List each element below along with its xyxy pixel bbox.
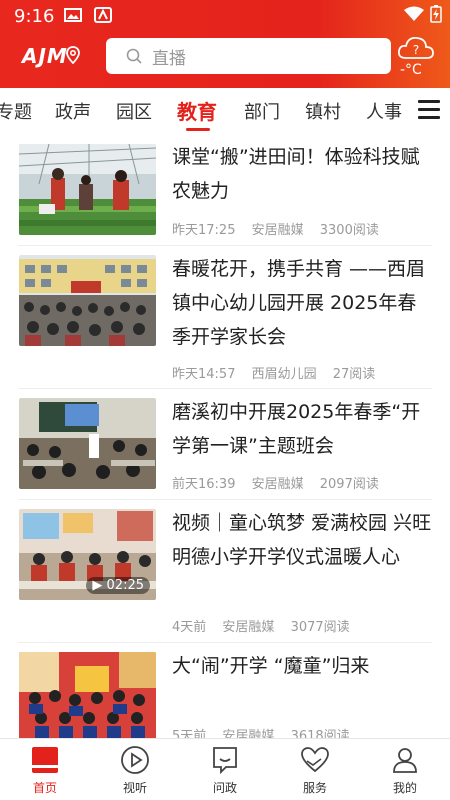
nav-inquiry[interactable]: 问政 <box>190 743 260 796</box>
svg-text:?: ? <box>413 43 419 57</box>
article-time: 昨天14:57 <box>172 367 236 382</box>
location-pin-icon[interactable] <box>66 46 80 64</box>
article-source: 西眉幼儿园 <box>251 367 317 382</box>
user-icon <box>393 748 417 773</box>
divider <box>18 388 432 389</box>
article-thumbnail[interactable] <box>19 144 156 235</box>
search-bar[interactable]: 直播 <box>106 38 391 74</box>
article-reads: 3300阅读 <box>319 223 379 238</box>
nav-label: 我的 <box>392 781 417 795</box>
tab-special[interactable]: 专题 <box>0 98 32 124</box>
article-meta: 5天前 安居融媒 3618阅读 <box>172 725 362 738</box>
search-placeholder: 直播 <box>152 48 186 69</box>
article-meta: 前天16:39 安居融媒 2097阅读 <box>172 473 391 492</box>
tab-education[interactable]: 教育 <box>177 96 217 125</box>
video-duration: ▶ 02:25 <box>86 577 150 594</box>
search-icon <box>126 48 142 64</box>
article-time: 前天16:39 <box>172 477 236 492</box>
article-reads: 3077阅读 <box>290 620 350 635</box>
nav-home[interactable]: 首页 <box>10 743 80 796</box>
nav-label: 问政 <box>212 781 237 795</box>
article-meta: 昨天14:57 西眉幼儿园 27阅读 <box>172 363 387 382</box>
menu-icon[interactable] <box>418 100 440 120</box>
article-source: 安居融媒 <box>251 477 304 492</box>
nav-media[interactable]: 视听 <box>100 743 170 796</box>
article-reads: 27阅读 <box>332 367 376 382</box>
home-icon <box>32 747 58 773</box>
weather-temp: -°C <box>400 62 422 78</box>
app-notification-icon <box>94 7 112 23</box>
tab-park[interactable]: 园区 <box>116 98 152 124</box>
heart-hands-icon <box>301 747 329 773</box>
active-tab-indicator <box>186 128 210 131</box>
tab-personnel[interactable]: 人事 <box>366 98 402 124</box>
tab-towns[interactable]: 镇村 <box>305 98 341 124</box>
nav-label: 视听 <box>122 781 147 795</box>
play-icon <box>121 746 149 774</box>
tab-politics[interactable]: 政声 <box>55 98 91 124</box>
article-source: 安居融媒 <box>222 620 275 635</box>
bottom-nav: 首页 视听 问政 服务 我的 <box>0 738 450 800</box>
article-reads: 3618阅读 <box>290 729 350 738</box>
divider <box>18 499 432 500</box>
article-thumbnail[interactable] <box>19 398 156 489</box>
category-tabs: 专题 政声 园区 教育 部门 镇村 人事 <box>0 88 450 134</box>
nav-profile[interactable]: 我的 <box>370 743 440 796</box>
tab-departments[interactable]: 部门 <box>244 98 280 124</box>
article-source: 安居融媒 <box>222 729 275 738</box>
article-title[interactable]: 春暖花开，携手共育 ——西眉镇中心幼儿园开展 2025年春季开学家长会 <box>172 252 434 354</box>
cloud-question-icon: ? <box>397 37 434 59</box>
battery-icon <box>430 5 442 23</box>
article-title[interactable]: 视频｜童心筑梦 爱满校园 兴旺明德小学开学仪式温暖人心 <box>172 506 434 574</box>
article-title[interactable]: 磨溪初中开展2025年春季“开学第一课”主题班会 <box>172 395 434 463</box>
divider <box>18 642 432 643</box>
article-time: 5天前 <box>172 729 207 738</box>
article-title[interactable]: 课堂“搬”进田间！体验科技赋农魅力 <box>172 140 434 208</box>
divider <box>18 245 432 246</box>
article-time: 昨天17:25 <box>172 223 236 238</box>
video-duration-text: 02:25 <box>106 578 144 593</box>
article-thumbnail[interactable] <box>19 652 156 738</box>
nav-label: 首页 <box>32 781 57 795</box>
video-thumbnail[interactable]: ▶ 02:25 <box>19 509 156 600</box>
article-time: 4天前 <box>172 620 207 635</box>
app-header: 9:16 AJM 直播 ? -°C <box>0 0 450 88</box>
nav-service[interactable]: 服务 <box>280 743 350 796</box>
play-icon: ▶ <box>92 578 103 593</box>
status-time: 9:16 <box>14 6 55 27</box>
wifi-icon <box>404 6 424 21</box>
article-meta: 昨天17:25 安居融媒 3300阅读 <box>172 219 391 238</box>
app-logo[interactable]: AJM <box>22 44 68 68</box>
chat-icon <box>213 747 237 775</box>
nav-label: 服务 <box>302 781 327 795</box>
weather-widget[interactable]: ? -°C <box>394 32 438 80</box>
article-reads: 2097阅读 <box>319 477 379 492</box>
article-title[interactable]: 大“闹”开学 “魔童”归来 <box>172 649 434 683</box>
gallery-notification-icon <box>64 8 82 22</box>
status-right <box>404 5 442 23</box>
article-source: 安居融媒 <box>251 223 304 238</box>
article-thumbnail[interactable] <box>19 255 156 346</box>
news-feed: 课堂“搬”进田间！体验科技赋农魅力 昨天17:25 安居融媒 3300阅读 春暖… <box>0 134 450 738</box>
article-meta: 4天前 安居融媒 3077阅读 <box>172 616 362 635</box>
